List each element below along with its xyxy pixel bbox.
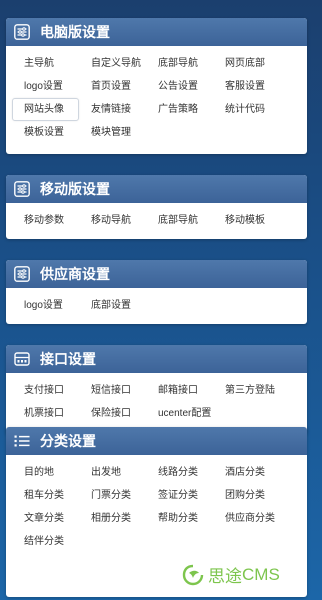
settings-link-item[interactable]: 目的地 [12, 461, 79, 484]
settings-link-item[interactable]: 第三方登陆 [213, 379, 280, 402]
sitour-logo-icon [182, 564, 204, 586]
settings-link-item[interactable]: 网站头像 [12, 98, 79, 121]
settings-link-item[interactable]: 保险接口 [79, 402, 146, 425]
panel-title: 分类设置 [40, 433, 96, 449]
panel-header: 接口设置 [6, 345, 307, 373]
settings-link-item[interactable]: 底部设置 [79, 294, 146, 317]
list-icon [14, 433, 30, 449]
settings-link-item[interactable]: ucenter配置 [146, 402, 213, 425]
settings-link-item[interactable]: 短信接口 [79, 379, 146, 402]
settings-link-item[interactable]: 门票分类 [79, 484, 146, 507]
panel-title: 供应商设置 [40, 266, 110, 282]
panel-items: 支付接口 短信接口 邮箱接口 第三方登陆机票接口 保险接口 ucenter配置 [12, 379, 303, 425]
panel-header: 移动版设置 [6, 175, 307, 203]
panel-interface-settings: 接口设置 支付接口 短信接口 邮箱接口 第三方登陆机票接口 保险接口 ucenter配置 [6, 345, 307, 434]
settings-link-item[interactable]: 自定义导航 [79, 52, 146, 75]
settings-link-item[interactable]: 团购分类 [213, 484, 280, 507]
settings-link-item[interactable]: 供应商分类 [213, 507, 280, 530]
panel-pc-settings: 电脑版设置 主导航 自定义导航 底部导航 网页底部 logo设置 首页设置 公告设置 客服设置… [6, 18, 307, 154]
settings-link-item[interactable]: 出发地 [79, 461, 146, 484]
settings-link-item[interactable]: 酒店分类 [213, 461, 280, 484]
settings-link-item[interactable]: 签证分类 [146, 484, 213, 507]
settings-link-item[interactable]: 租车分类 [12, 484, 79, 507]
settings-link-item[interactable]: 结伴分类 [12, 530, 79, 553]
settings-link-item[interactable]: logo设置 [12, 75, 79, 98]
settings-link-item[interactable]: 广告策略 [146, 98, 213, 121]
settings-link-item[interactable]: 相册分类 [79, 507, 146, 530]
settings-link-item[interactable]: 主导航 [12, 52, 79, 75]
settings-link-item[interactable]: 首页设置 [79, 75, 146, 98]
settings-link-item[interactable]: 友情链接 [79, 98, 146, 121]
panel-items: 移动参数 移动导航 底部导航 移动模板 [12, 209, 303, 232]
sliders-icon [14, 24, 30, 40]
settings-link-item[interactable]: 公告设置 [146, 75, 213, 98]
panel-items: logo设置 底部设置 [12, 294, 303, 317]
settings-link-item[interactable]: 文章分类 [12, 507, 79, 530]
settings-link-item[interactable]: logo设置 [12, 294, 79, 317]
interface-icon [14, 351, 30, 367]
settings-link-item[interactable]: 统计代码 [213, 98, 280, 121]
settings-link-item[interactable]: 线路分类 [146, 461, 213, 484]
settings-link-item[interactable]: 底部导航 [146, 209, 213, 232]
panel-mobile-settings: 移动版设置 移动参数 移动导航 底部导航 移动模板 [6, 175, 307, 239]
settings-link-item[interactable]: 帮助分类 [146, 507, 213, 530]
panel-title: 电脑版设置 [40, 24, 110, 40]
sliders-icon [14, 266, 30, 282]
settings-link-item[interactable]: 模块管理 [79, 121, 146, 144]
sliders-icon [14, 181, 30, 197]
settings-link-item[interactable]: 邮箱接口 [146, 379, 213, 402]
settings-link-item[interactable]: 移动导航 [79, 209, 146, 232]
panel-title: 接口设置 [40, 351, 96, 367]
settings-link-item[interactable]: 模板设置 [12, 121, 79, 144]
settings-link-item[interactable]: 网页底部 [213, 52, 280, 75]
panel-items: 主导航 自定义导航 底部导航 网页底部 logo设置 首页设置 公告设置 客服设置网站头像 友情… [12, 52, 303, 144]
panel-header: 分类设置 [6, 427, 307, 455]
panel-supplier-settings: 供应商设置 logo设置 底部设置 [6, 260, 307, 324]
panel-items: 目的地 出发地 线路分类 酒店分类租车分类 门票分类 签证分类 团购分类文章分类 相册分类 帮助… [12, 461, 303, 553]
settings-link-item[interactable]: 机票接口 [12, 402, 79, 425]
panel-header: 电脑版设置 [6, 18, 307, 46]
settings-link-item[interactable]: 客服设置 [213, 75, 280, 98]
settings-link-item[interactable]: 底部导航 [146, 52, 213, 75]
watermark-brand: 思途 [208, 567, 242, 586]
panel-header: 供应商设置 [6, 260, 307, 288]
panel-title: 移动版设置 [40, 181, 110, 197]
settings-link-item[interactable]: 移动模板 [213, 209, 280, 232]
settings-link-item[interactable]: 移动参数 [12, 209, 79, 232]
watermark-suffix: CMS [242, 564, 280, 584]
watermark-logo: 思途 CMS [182, 562, 280, 587]
settings-link-item[interactable]: 支付接口 [12, 379, 79, 402]
